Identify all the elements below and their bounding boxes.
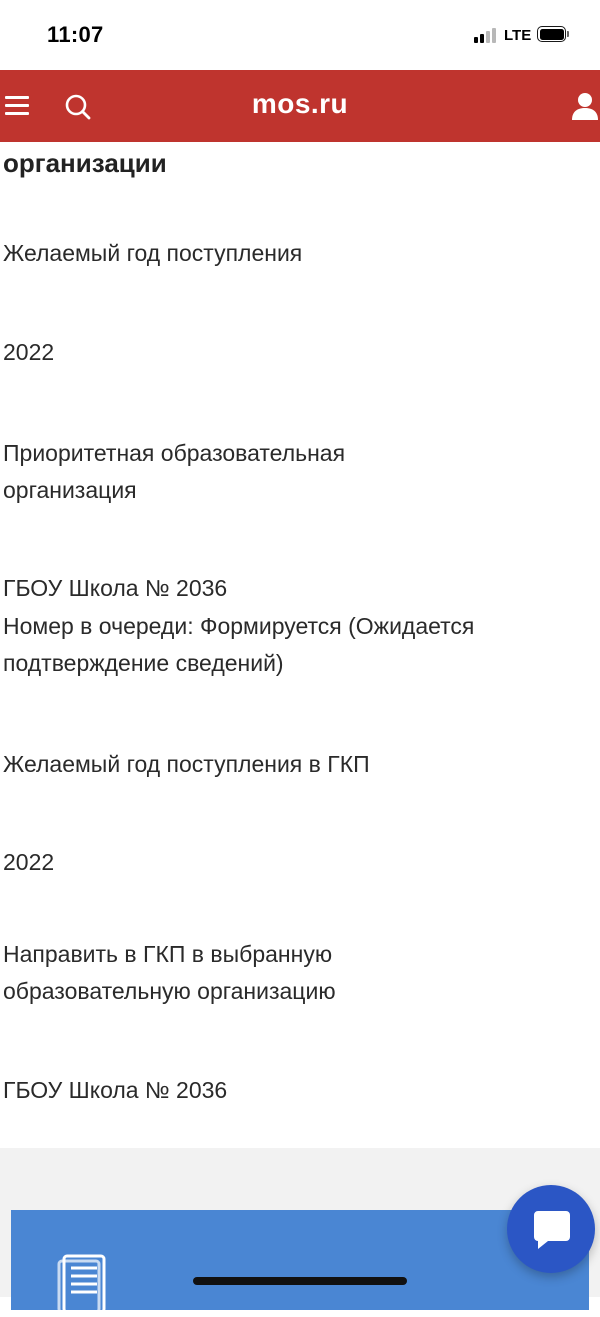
section-title: организации: [3, 148, 167, 178]
field-value-gkp-organization: ГБОУ Школа № 2036: [3, 1077, 228, 1103]
field-value-priority-organization: ГБОУ Школа № 2036: [3, 575, 228, 601]
queue-number-status: Номер в очереди: Формируется (Ожидается …: [3, 613, 475, 676]
field-value-desired-year-gkp: 2022: [3, 849, 55, 875]
home-indicator[interactable]: [193, 1277, 407, 1285]
status-time: 11:07: [47, 22, 104, 47]
field-label-desired-year-gkp: Желаемый год поступления в ГКП: [3, 751, 370, 777]
status-bar: 11:07 LTE: [0, 0, 600, 70]
user-icon[interactable]: [570, 92, 600, 120]
chat-button[interactable]: [507, 1185, 595, 1273]
site-logo[interactable]: mos.ru: [0, 88, 600, 120]
signal-strength-icon: [474, 27, 498, 43]
document-icon: [56, 1252, 122, 1314]
services-card[interactable]: [11, 1210, 589, 1314]
chat-bubble-icon: [534, 1211, 570, 1249]
application-details: организации Желаемый год поступления 202…: [0, 142, 600, 1148]
network-type: LTE: [504, 27, 532, 44]
field-value-desired-year: 2022: [3, 339, 55, 365]
battery-icon: [537, 26, 569, 44]
field-label-priority-organization: Приоритетная образовательная организация: [3, 440, 346, 503]
site-header: mos.ru: [0, 70, 600, 142]
field-label-desired-year: Желаемый год поступления: [3, 240, 303, 266]
field-label-gkp-direction: Направить в ГКП в выбранную образователь…: [3, 941, 336, 1004]
